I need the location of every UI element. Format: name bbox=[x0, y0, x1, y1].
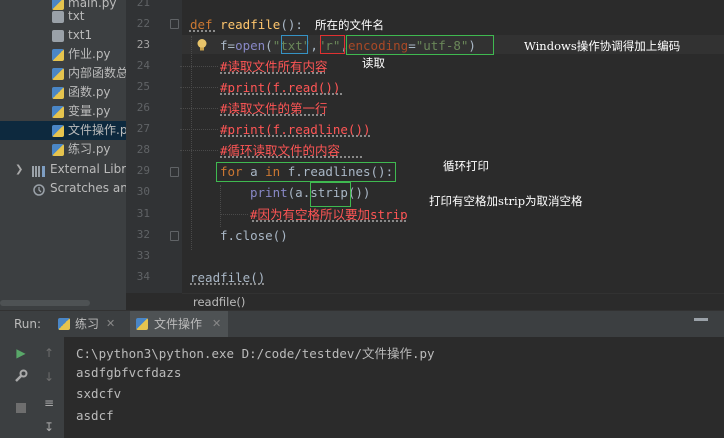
tree-item-file-ops[interactable]: 文件操作.py bbox=[0, 121, 126, 140]
python-file-icon bbox=[52, 144, 64, 156]
indent-guide bbox=[191, 36, 192, 250]
line-number: 29 bbox=[136, 164, 150, 177]
code-line-32[interactable]: f.close() bbox=[220, 226, 288, 245]
annotation-box-filename bbox=[281, 35, 308, 54]
indent-guide bbox=[180, 108, 218, 109]
warning-underline bbox=[190, 283, 265, 285]
horizontal-scrollbar[interactable] bbox=[0, 300, 90, 306]
text-file-icon bbox=[52, 11, 64, 23]
tree-item-txt1[interactable]: txt1 bbox=[0, 26, 126, 45]
indent-guide bbox=[180, 129, 218, 130]
indent-guide bbox=[220, 214, 248, 215]
python-file-icon bbox=[52, 68, 64, 80]
tree-item-external-libraries[interactable]: ❯ External Libra bbox=[0, 160, 126, 179]
console-line: asdfgbfvcfdazs bbox=[76, 365, 182, 380]
arrow-down-icon[interactable]: ↓ bbox=[41, 369, 57, 385]
close-icon[interactable]: ✕ bbox=[106, 311, 115, 337]
python-file-icon bbox=[52, 87, 64, 99]
wrench-icon[interactable] bbox=[13, 369, 29, 385]
tree-item-txt[interactable]: txt bbox=[0, 7, 126, 26]
warning-underline bbox=[220, 72, 325, 74]
breadcrumb[interactable]: readfile() bbox=[182, 293, 724, 311]
stop-icon[interactable] bbox=[13, 401, 29, 417]
annotation-read: 读取 bbox=[362, 56, 385, 70]
line-number: 23 bbox=[136, 38, 150, 51]
lightbulb-icon[interactable] bbox=[195, 37, 209, 51]
indent-guide bbox=[220, 185, 221, 227]
annotation-strip: 打印有空格加strip为取消空格 bbox=[429, 194, 583, 208]
warning-underline bbox=[189, 30, 217, 32]
line-number: 32 bbox=[136, 228, 150, 241]
indent-guide bbox=[180, 66, 218, 67]
annotation-filename: 所在的文件名 bbox=[315, 18, 384, 32]
python-file-icon bbox=[52, 125, 64, 137]
tree-item-homework[interactable]: 作业.py bbox=[0, 45, 126, 64]
console-line: asdcf bbox=[76, 408, 114, 423]
warning-underline bbox=[252, 220, 406, 222]
warning-underline bbox=[220, 156, 363, 158]
python-file-icon bbox=[52, 49, 64, 61]
warning-underline bbox=[220, 135, 372, 137]
line-number: 27 bbox=[136, 122, 150, 135]
chevron-right-icon[interactable]: ❯ bbox=[15, 160, 23, 179]
project-tree-panel: main.py txt txt1 作业.py 内部函数总 函数.py 变量.py… bbox=[0, 0, 126, 310]
warning-underline bbox=[220, 93, 344, 95]
run-toolbar: ▶ ↑ ↓ ≡ ↧ bbox=[0, 337, 64, 438]
annotation-box-loop bbox=[216, 162, 396, 182]
soft-wrap-icon[interactable]: ≡ bbox=[41, 395, 57, 411]
indent-guide bbox=[180, 87, 218, 88]
close-icon[interactable]: ✕ bbox=[212, 311, 221, 337]
python-file-icon bbox=[52, 106, 64, 118]
text-file-icon bbox=[52, 30, 64, 42]
python-run-icon bbox=[58, 318, 70, 330]
minimize-icon[interactable] bbox=[694, 318, 708, 321]
library-icon bbox=[32, 164, 45, 177]
line-number: 24 bbox=[136, 59, 150, 72]
line-number: 25 bbox=[136, 80, 150, 93]
annotation-windows-encoding: Windows操作协调得加上编码 bbox=[524, 39, 681, 53]
line-number: 22 bbox=[136, 17, 150, 30]
tree-item-variables[interactable]: 变量.py bbox=[0, 102, 126, 121]
fold-marker-icon[interactable] bbox=[170, 231, 179, 241]
run-panel-title: Run: bbox=[14, 317, 42, 331]
console-line: sxdcfv bbox=[76, 386, 122, 401]
line-number: 26 bbox=[136, 101, 150, 114]
line-number: 28 bbox=[136, 143, 150, 156]
scratches-icon bbox=[32, 183, 45, 196]
scroll-to-end-icon[interactable]: ↧ bbox=[41, 419, 57, 435]
fold-marker-icon[interactable] bbox=[170, 167, 179, 177]
annotation-box-strip bbox=[310, 182, 351, 207]
annotation-box-mode bbox=[320, 35, 345, 54]
console-line: C:\python3\python.exe D:/code/testdev/文件… bbox=[76, 346, 435, 361]
line-number: 30 bbox=[136, 185, 150, 198]
python-run-icon bbox=[136, 318, 148, 330]
run-tab-file-ops[interactable]: 文件操作 ✕ bbox=[130, 311, 228, 337]
annotation-loop-print: 循环打印 bbox=[443, 159, 489, 173]
indent-guide bbox=[180, 150, 218, 151]
tree-item-scratches[interactable]: Scratches and bbox=[0, 179, 126, 198]
run-tab-practice[interactable]: 练习 ✕ bbox=[54, 311, 120, 337]
line-number: 21 bbox=[136, 0, 150, 9]
fold-marker-icon[interactable] bbox=[170, 19, 179, 29]
tree-item-practice[interactable]: 练习.py bbox=[0, 140, 126, 159]
tree-item-builtins[interactable]: 内部函数总 bbox=[0, 64, 126, 83]
line-number: 33 bbox=[136, 249, 150, 262]
warning-underline bbox=[220, 114, 325, 116]
tree-item-functions[interactable]: 函数.py bbox=[0, 83, 126, 102]
annotation-box-encoding bbox=[346, 35, 494, 55]
arrow-up-icon[interactable]: ↑ bbox=[41, 345, 57, 361]
line-number: 31 bbox=[136, 207, 150, 220]
line-number: 34 bbox=[136, 270, 150, 283]
rerun-icon[interactable]: ▶ bbox=[13, 345, 29, 361]
